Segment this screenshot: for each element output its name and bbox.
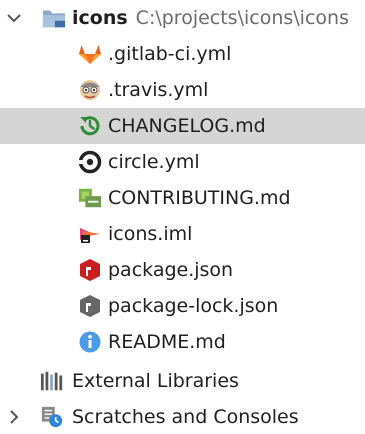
file-label: .travis.yml [108, 79, 209, 101]
tree-file-row[interactable]: icons.iml [0, 216, 365, 252]
chevron-down-icon[interactable] [4, 8, 24, 28]
file-label: circle.yml [108, 151, 200, 173]
tree-root-row[interactable]: icons C:\projects\icons\icons [0, 0, 365, 36]
file-label: icons.iml [108, 223, 193, 245]
file-label: package.json [108, 259, 234, 281]
tree-file-row[interactable]: .travis.yml [0, 72, 365, 108]
scratches-icon [40, 405, 64, 429]
iml-module-icon [78, 222, 102, 246]
tree-file-row[interactable]: package-lock.json [0, 288, 365, 324]
file-label: CONTRIBUTING.md [108, 187, 291, 209]
file-label: CHANGELOG.md [108, 115, 266, 137]
external-libraries-label: External Libraries [72, 370, 239, 392]
gitlab-icon [78, 42, 102, 66]
tree-file-row-selected[interactable]: CHANGELOG.md [0, 108, 365, 144]
tree-file-row[interactable]: CONTRIBUTING.md [0, 180, 365, 216]
readme-info-icon [78, 330, 102, 354]
scratches-row[interactable]: Scratches and Consoles [0, 399, 365, 434]
tree-root-label: icons C:\projects\icons\icons [72, 7, 349, 29]
project-tree: icons C:\projects\icons\icons .gitlab-ci.… [0, 0, 365, 434]
chevron-right-icon[interactable] [4, 407, 24, 427]
tree-file-row[interactable]: README.md [0, 324, 365, 360]
contributing-icon [78, 186, 102, 210]
module-folder-icon [42, 6, 66, 30]
tree-file-row[interactable]: .gitlab-ci.yml [0, 36, 365, 72]
npm-lock-icon [78, 294, 102, 318]
root-folder-name: icons [72, 7, 128, 29]
tree-file-row[interactable]: circle.yml [0, 144, 365, 180]
external-libraries-row[interactable]: External Libraries [0, 363, 365, 399]
file-label: README.md [108, 331, 226, 353]
npm-icon [78, 258, 102, 282]
changelog-icon [78, 114, 102, 138]
libraries-icon [40, 369, 64, 393]
file-label: .gitlab-ci.yml [108, 43, 232, 65]
circleci-icon [78, 150, 102, 174]
tree-file-row[interactable]: package.json [0, 252, 365, 288]
file-label: package-lock.json [108, 295, 279, 317]
scratches-label: Scratches and Consoles [72, 406, 299, 428]
travis-icon [78, 78, 102, 102]
root-folder-path: C:\projects\icons\icons [135, 7, 349, 29]
